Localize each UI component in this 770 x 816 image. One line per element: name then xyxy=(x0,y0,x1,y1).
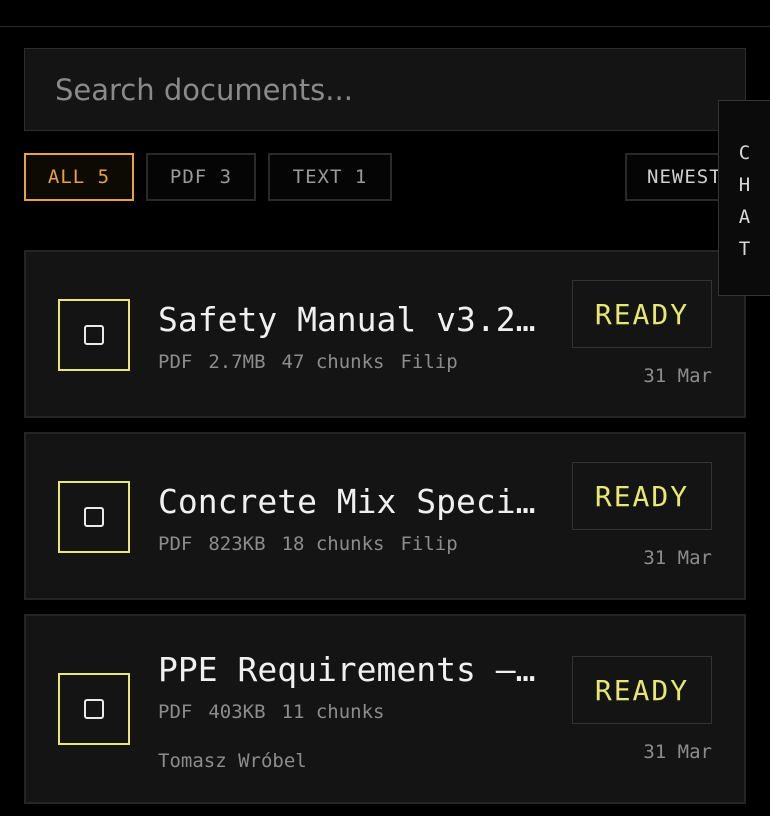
checkbox-icon xyxy=(84,325,104,345)
chat-tab-letter: T xyxy=(738,238,751,260)
filter-all[interactable]: ALL 5 xyxy=(24,153,134,201)
document-author: Filip xyxy=(400,351,458,373)
document-title: Concrete Mix Specification xyxy=(158,482,536,521)
document-meta: PDF 403KB 11 chunks xyxy=(158,700,400,724)
document-date: 31 Mar xyxy=(643,741,712,763)
document-size: 403KB xyxy=(208,701,266,723)
document-title: Safety Manual v3.2 — Site Operations xyxy=(158,300,536,339)
document-title: PPE Requirements — All Sites xyxy=(158,650,536,689)
filter-pdf[interactable]: PDF 3 xyxy=(146,153,256,201)
document-date: 31 Mar xyxy=(643,547,712,569)
status-badge: READY xyxy=(572,462,712,530)
checkbox-icon xyxy=(84,699,104,719)
chat-tab-letter: C xyxy=(738,142,751,164)
document-author: Tomasz Wróbel xyxy=(158,750,307,772)
document-card[interactable]: Concrete Mix Specification PDF 823KB 18 ch… xyxy=(24,432,746,600)
chat-tab[interactable]: CHAT xyxy=(718,100,770,296)
document-chunks: 11 chunks xyxy=(281,701,385,723)
document-meta: PDF 823KB 18 chunks Filip xyxy=(158,532,474,556)
document-date: 31 Mar xyxy=(643,365,712,387)
document-type: PDF xyxy=(158,701,193,723)
document-size: 2.7MB xyxy=(208,351,266,373)
select-checkbox[interactable] xyxy=(58,673,130,745)
status-badge: READY xyxy=(572,280,712,348)
document-chunks: 47 chunks xyxy=(281,351,385,373)
document-card[interactable]: PPE Requirements — All Sites PDF 403KB 11 … xyxy=(24,614,746,804)
document-size: 823KB xyxy=(208,533,266,555)
chat-tab-label: CHAT xyxy=(739,137,750,265)
document-meta: PDF 2.7MB 47 chunks Filip xyxy=(158,350,474,374)
select-checkbox[interactable] xyxy=(58,481,130,553)
search-bar[interactable] xyxy=(24,48,746,131)
document-card[interactable]: Safety Manual v3.2 — Site Operations PDF… xyxy=(24,250,746,418)
chat-tab-letter: A xyxy=(738,206,751,228)
chat-tab-letter: H xyxy=(738,174,751,196)
filter-text[interactable]: TEXT 1 xyxy=(268,153,392,201)
select-checkbox[interactable] xyxy=(58,299,130,371)
document-type: PDF xyxy=(158,351,193,373)
status-badge: READY xyxy=(572,656,712,724)
document-author: Filip xyxy=(400,533,458,555)
top-divider xyxy=(0,26,770,27)
search-input[interactable] xyxy=(25,49,745,130)
checkbox-icon xyxy=(84,507,104,527)
document-chunks: 18 chunks xyxy=(281,533,385,555)
document-type: PDF xyxy=(158,533,193,555)
